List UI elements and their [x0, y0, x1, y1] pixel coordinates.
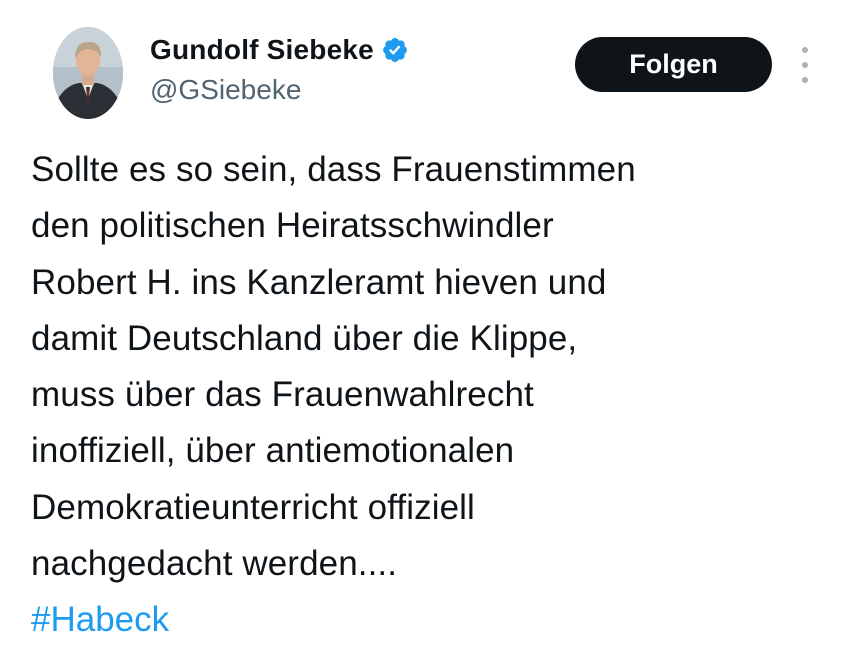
- follow-button[interactable]: Folgen: [575, 37, 772, 92]
- author-handle[interactable]: @GSiebeke: [150, 74, 301, 106]
- dot-icon: [802, 77, 808, 83]
- author-name-row: Gundolf Siebeke: [150, 30, 409, 70]
- tweet-card: Gundolf Siebeke @GSiebeke Folgen Sollte …: [0, 0, 844, 662]
- dot-icon: [802, 47, 808, 53]
- tweet-text-line: Robert H. ins Kanzleramt hieven und: [31, 262, 607, 302]
- tweet-text-line: Sollte es so sein, dass Frauenstimmen: [31, 150, 636, 189]
- verified-badge-icon: [381, 36, 409, 64]
- tweet-text-line: muss über das Frauenwahlrecht: [31, 375, 534, 415]
- more-options-icon[interactable]: [797, 47, 813, 83]
- tweet-text-line: Demokratieunterricht offiziell: [31, 487, 475, 527]
- hashtag-link[interactable]: #Habeck: [31, 592, 821, 648]
- tweet-text-line: den politischen Heiratsschwindler: [31, 206, 554, 246]
- tweet-body: Sollte es so sein, dass Frauenstimmen de…: [31, 142, 821, 649]
- author-display-name[interactable]: Gundolf Siebeke: [150, 34, 374, 66]
- tweet-text-line: damit Deutschland über die Klippe,: [31, 318, 578, 358]
- avatar-photo: [53, 27, 123, 119]
- dot-icon: [802, 62, 808, 68]
- tweet-text-line: nachgedacht werden....: [31, 544, 398, 584]
- avatar[interactable]: [53, 27, 123, 119]
- tweet-text-line: inoffiziell, über antiemotionalen: [31, 431, 515, 471]
